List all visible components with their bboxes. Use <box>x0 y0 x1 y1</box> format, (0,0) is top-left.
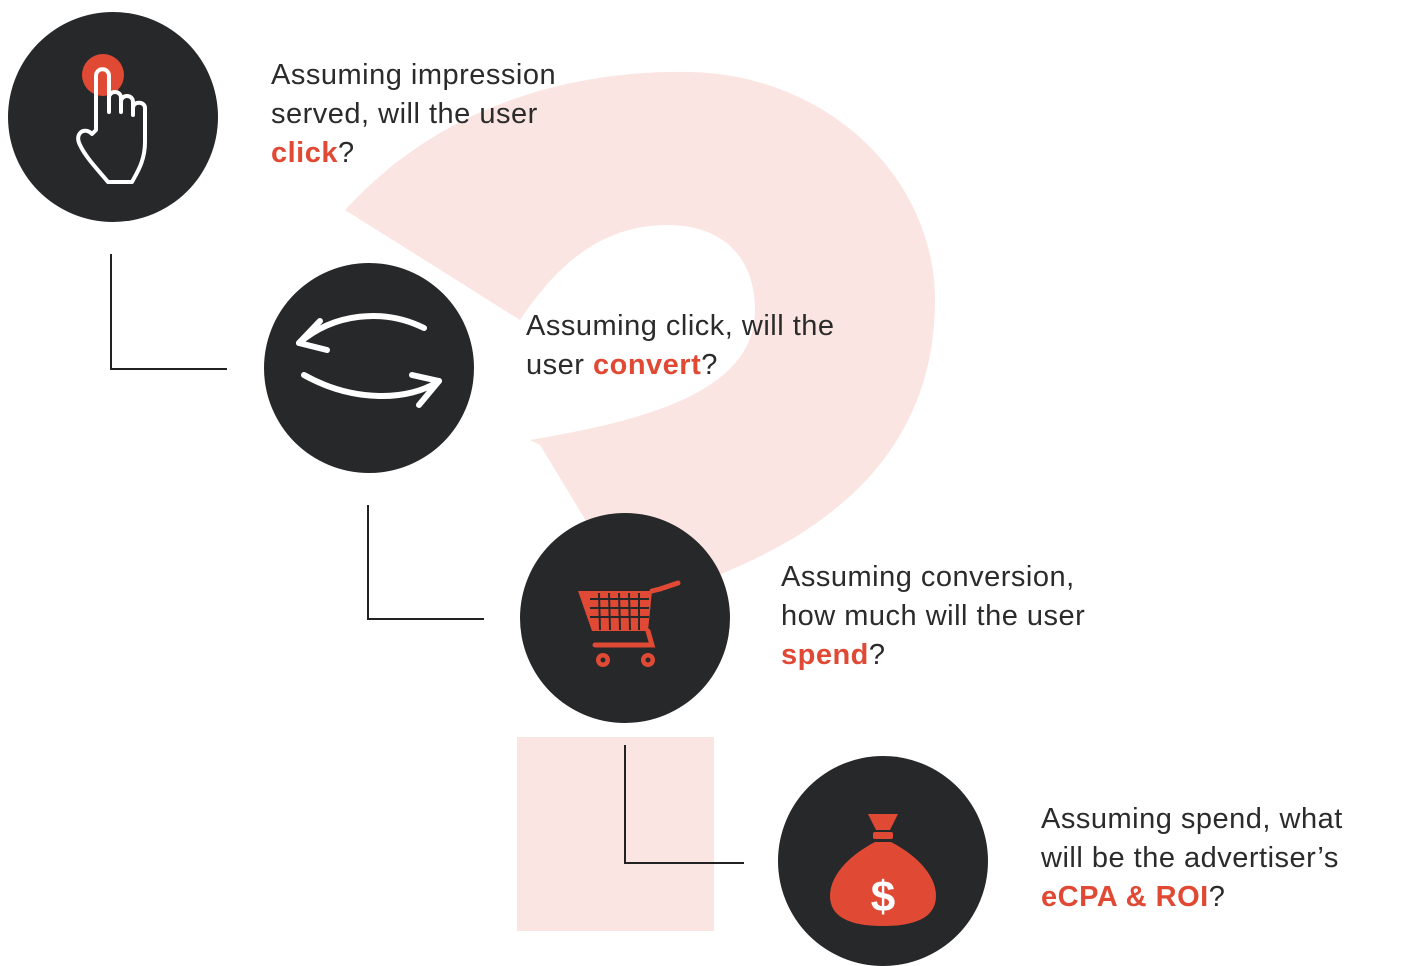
step-4-keyword: eCPA & ROI <box>1041 881 1209 913</box>
step-2-keyword: convert <box>592 349 702 381</box>
step-2-text: Assuming click, will the user convert? <box>526 307 835 385</box>
step-1-keyword: click <box>271 137 338 169</box>
hand-pointer-icon <box>76 54 147 184</box>
step-4-circle: $ <box>778 756 988 966</box>
connector-2 <box>367 505 484 620</box>
step-3-keyword: spend <box>781 639 869 671</box>
step-2-circle <box>264 263 474 473</box>
step-1-line-2: served, will the user <box>271 98 538 130</box>
step-4-suffix: ? <box>1208 881 1226 913</box>
cycle-arrows-icon <box>296 313 442 408</box>
shopping-cart-icon <box>578 580 681 667</box>
step-1-line-1: Assuming impression <box>271 59 557 91</box>
step-2-suffix: ? <box>701 349 718 381</box>
step-1-circle <box>8 12 218 222</box>
step-3-text: Assuming conversion, how much will the u… <box>781 558 1085 675</box>
step-4-line-2: will be the advertiser’s <box>1041 842 1339 874</box>
step-2-line-1: Assuming click, will the <box>526 310 835 342</box>
step-3-line-2: how much will the user <box>781 600 1086 632</box>
connector-1 <box>110 254 227 370</box>
step-3-circle <box>520 513 730 723</box>
step-4-text: Assuming spend, what will be the adverti… <box>1041 800 1343 917</box>
step-4-line-1: Assuming spend, what <box>1041 803 1343 835</box>
step-3-suffix: ? <box>868 639 886 671</box>
step-2-prefix: user <box>526 349 593 381</box>
money-bag-icon: $ <box>830 814 936 926</box>
step-1-suffix: ? <box>338 137 355 169</box>
dollar-sign: $ <box>871 873 895 922</box>
connector-3 <box>624 745 744 864</box>
step-3-line-1: Assuming conversion, <box>781 561 1075 593</box>
step-1-text: Assuming impression served, will the use… <box>271 56 556 173</box>
